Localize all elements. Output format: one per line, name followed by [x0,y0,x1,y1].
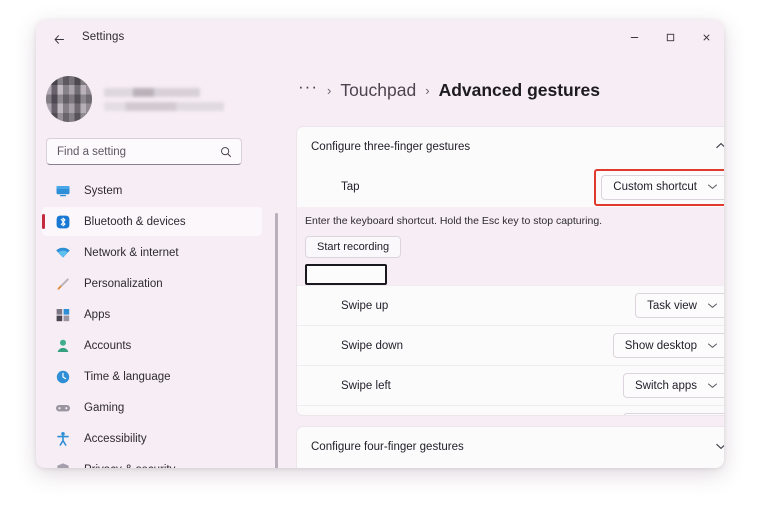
screenshot-root: Settings [0,0,760,516]
three-finger-header[interactable]: Configure three-finger gestures [297,127,724,167]
chevron-down-icon [707,182,718,192]
paintbrush-icon [54,275,72,293]
swipe-up-row: Swipe up Task view [297,285,724,325]
sidebar-item-label: Bluetooth & devices [84,216,186,228]
avatar [46,76,92,122]
three-finger-gestures-card: Configure three-finger gestures Tap Cust… [296,126,724,416]
sidebar-item-bluetooth-devices[interactable]: Bluetooth & devices [42,207,262,236]
sidebar-item-time-language[interactable]: Time & language [42,362,262,391]
chevron-down-icon[interactable] [715,442,724,453]
tap-row-label: Tap [341,181,601,193]
chevron-down-icon [707,301,718,311]
settings-window: Settings [36,20,724,468]
monitor-icon [54,182,72,200]
three-finger-header-label: Configure three-finger gestures [311,141,715,153]
tap-row: Tap Custom shortcut [297,167,724,207]
clock-icon [54,368,72,386]
breadcrumb-overflow-button[interactable]: ··· [298,78,318,95]
tap-dropdown-value: Custom shortcut [613,181,697,193]
minimize-button[interactable] [616,20,652,54]
gamepad-icon [54,399,72,417]
sidebar-item-label: Personalization [84,278,163,290]
sidebar-item-accounts[interactable]: Accounts [42,331,262,360]
bluetooth-icon [54,213,72,231]
sidebar-item-label: Time & language [84,371,171,383]
chevron-up-icon[interactable] [715,142,724,153]
four-finger-header-label: Configure four-finger gestures [311,441,715,453]
swipe-down-label: Swipe down [341,340,613,352]
breadcrumb: ··· › Touchpad › Advanced gestures [298,80,600,101]
chevron-down-icon [707,381,718,391]
sidebar-item-label: Privacy & security [84,464,175,469]
sidebar-item-privacy-security[interactable]: Privacy & security [42,455,262,468]
app-title: Settings [82,31,124,43]
sidebar-item-label: Accounts [84,340,131,352]
tap-dropdown-highlight: Custom shortcut [601,175,724,200]
sidebar-item-label: Accessibility [84,433,147,445]
person-icon [54,337,72,355]
swipe-down-dropdown[interactable]: Show desktop [613,333,724,358]
search-icon [216,146,241,158]
sidebar-item-label: System [84,185,122,197]
sidebar-item-label: Gaming [84,402,124,414]
swipe-up-label: Swipe up [341,300,635,312]
breadcrumb-separator-icon: › [425,83,429,98]
sidebar-item-gaming[interactable]: Gaming [42,393,262,422]
page-title: Advanced gestures [439,80,600,101]
sidebar-nav: System Bluetooth & devices [42,176,262,468]
shield-icon [54,461,72,469]
breadcrumb-separator-icon: › [327,83,331,98]
swipe-down-dropdown-value: Show desktop [625,340,697,352]
breadcrumb-link-touchpad[interactable]: Touchpad [340,80,416,101]
four-finger-gestures-card[interactable]: Configure four-finger gestures [296,426,724,468]
swipe-right-row: Swipe right Switch apps [297,405,724,416]
wifi-icon [54,244,72,262]
sidebar-item-personalization[interactable]: Personalization [42,269,262,298]
swipe-up-dropdown[interactable]: Task view [635,293,724,318]
accessibility-person-icon [54,430,72,448]
search-box[interactable] [46,138,242,165]
capture-hint-text: Enter the keyboard shortcut. Hold the Es… [305,215,724,227]
back-button[interactable] [46,26,72,52]
sidebar-item-system[interactable]: System [42,176,262,205]
main-content: ··· › Touchpad › Advanced gestures Confi… [268,58,724,468]
back-arrow-icon [53,33,66,46]
maximize-button[interactable] [652,20,688,54]
search-input[interactable] [47,146,216,158]
sidebar-item-accessibility[interactable]: Accessibility [42,424,262,453]
title-bar: Settings [36,20,724,58]
swipe-left-row: Swipe left Switch apps [297,365,724,405]
sidebar: System Bluetooth & devices [36,58,268,468]
shortcut-capture-zone: Enter the keyboard shortcut. Hold the Es… [297,207,724,285]
four-finger-header[interactable]: Configure four-finger gestures [297,427,724,467]
close-icon [701,32,712,43]
swipe-down-row: Swipe down Show desktop [297,325,724,365]
swipe-left-dropdown[interactable]: Switch apps [623,373,724,398]
sidebar-item-network-internet[interactable]: Network & internet [42,238,262,267]
window-controls [616,20,724,58]
sidebar-item-apps[interactable]: Apps [42,300,262,329]
shortcut-input[interactable] [305,264,387,285]
minimize-icon [629,32,640,43]
user-email-redacted [104,102,224,111]
tap-dropdown[interactable]: Custom shortcut [601,175,724,200]
chevron-down-icon [707,341,718,351]
user-name-redacted [104,88,200,97]
profile-text-blurred [104,88,224,111]
maximize-icon [665,32,676,43]
sidebar-item-label: Network & internet [84,247,179,259]
apps-blocks-icon [54,306,72,324]
close-button[interactable] [688,20,724,54]
swipe-left-label: Swipe left [341,380,623,392]
sidebar-item-label: Apps [84,309,110,321]
swipe-up-dropdown-value: Task view [647,300,697,312]
user-profile[interactable] [46,76,224,122]
start-recording-button[interactable]: Start recording [305,236,401,258]
swipe-left-dropdown-value: Switch apps [635,380,697,392]
swipe-right-dropdown[interactable]: Switch apps [623,413,724,416]
